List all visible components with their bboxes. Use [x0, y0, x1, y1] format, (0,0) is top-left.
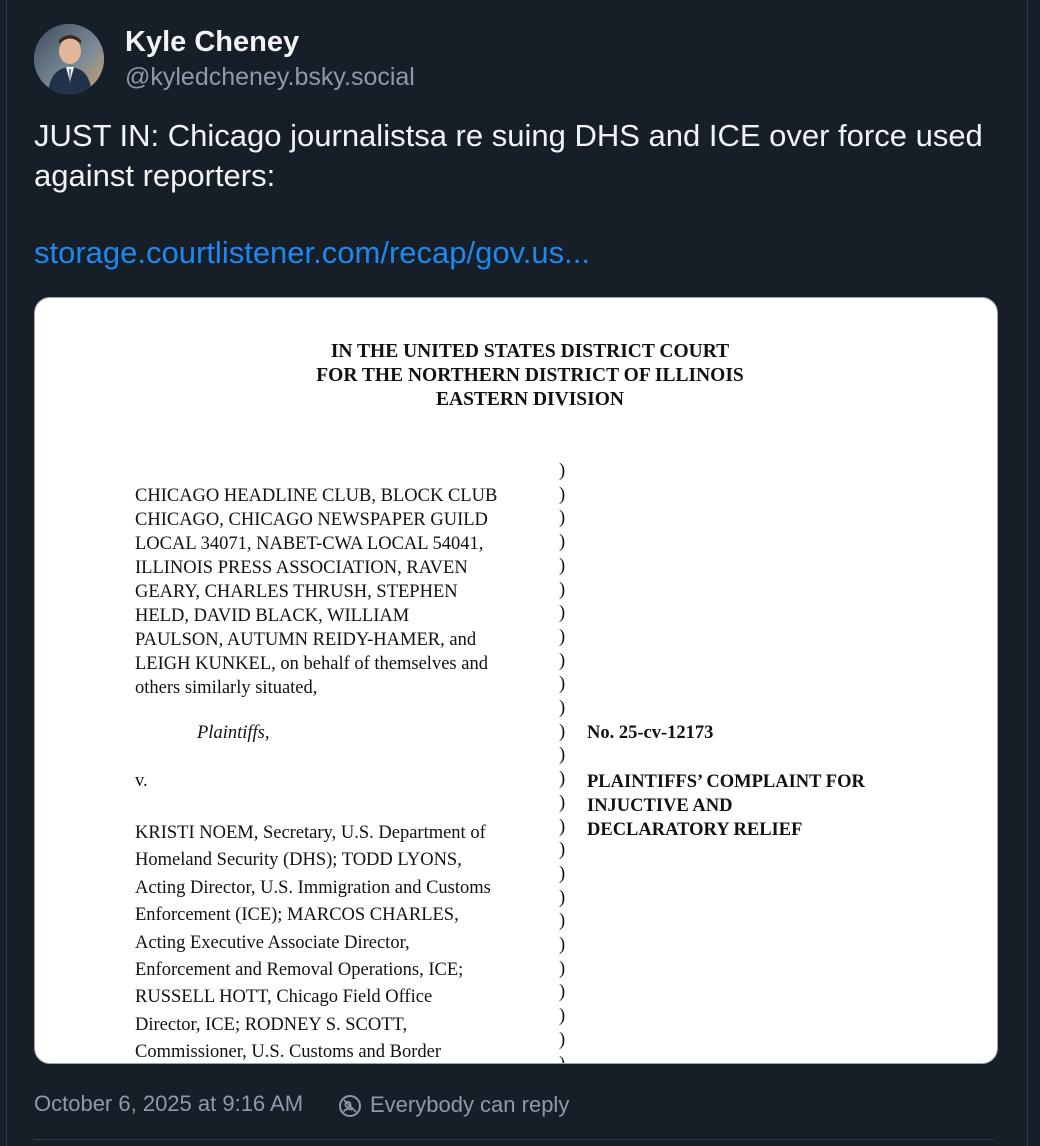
plaintiffs-line: ILLINOIS PRESS ASSOCIATION, RAVEN [135, 558, 468, 578]
defendants-line: Director, ICE; RODNEY S. SCOTT, [135, 1014, 408, 1035]
reply-setting-label: Everybody can reply [370, 1092, 570, 1117]
plaintiffs-line: CHICAGO HEADLINE CLUB, BLOCK CLUB [135, 486, 498, 506]
defendants-line: Acting Executive Associate Director, [135, 932, 410, 953]
plaintiffs-list: CHICAGO HEADLINE CLUB, BLOCK CLUB CHICAG… [135, 484, 555, 700]
author-avatar[interactable] [34, 24, 104, 94]
document-court-header: IN THE UNITED STATES DISTRICT COURT FOR … [35, 340, 997, 412]
everybody-reply-icon [339, 1095, 361, 1117]
plaintiffs-line: HELD, DAVID BLACK, WILLIAM [135, 606, 410, 626]
frame-border-left [6, 0, 7, 1146]
author-handle[interactable]: @kyledcheney.bsky.social [125, 63, 415, 92]
author-name[interactable]: Kyle Cheney [125, 26, 299, 59]
caption-parentheses: ) ) ) ) ) ) ) ) ) ) ) ) ) ) ) ) ) ) ) ) … [559, 461, 566, 1064]
plaintiffs-line: LEIGH KUNKEL, on behalf of themselves an… [135, 654, 488, 674]
defendants-line: Acting Director, U.S. Immigration and Cu… [135, 877, 491, 898]
post-link[interactable]: storage.courtlistener.com/recap/gov.us..… [34, 235, 590, 271]
header-line: FOR THE NORTHERN DISTRICT OF ILLINOIS [316, 365, 744, 386]
defendants-line: Enforcement (ICE); MARCOS CHARLES, [135, 905, 459, 926]
header-line: EASTERN DIVISION [435, 389, 624, 410]
complaint-title-line: DECLARATORY RELIEF [587, 820, 803, 840]
defendants-line: RUSSELL HOTT, Chicago Field Office [135, 987, 433, 1008]
embedded-image-card[interactable]: IN THE UNITED STATES DISTRICT COURT FOR … [34, 297, 998, 1064]
frame-border-right [1027, 0, 1028, 1146]
court-document-image: IN THE UNITED STATES DISTRICT COURT FOR … [35, 298, 997, 1063]
plaintiffs-line: LOCAL 34071, NABET-CWA LOCAL 54041, [135, 534, 484, 554]
plaintiffs-line: GEARY, CHARLES THRUSH, STEPHEN [135, 582, 458, 602]
post-text: JUST IN: Chicago journalistsa re suing D… [34, 118, 983, 193]
defendants-list: KRISTI NOEM, Secretary, U.S. Department … [135, 820, 555, 1063]
defendants-line: Homeland Security (DHS); TODD LYONS, [135, 850, 462, 871]
defendants-line: KRISTI NOEM, Secretary, U.S. Department … [135, 823, 486, 843]
complaint-title: PLAINTIFFS’ COMPLAINT FOR INJUCTIVE AND … [587, 770, 947, 842]
header-line: IN THE UNITED STATES DISTRICT COURT [330, 341, 730, 362]
complaint-title-line: INJUCTIVE AND [587, 796, 733, 816]
plaintiffs-line: others similarly situated, [135, 678, 318, 698]
versus-label: v. [135, 771, 148, 791]
avatar-image [34, 24, 104, 94]
plaintiffs-label: Plaintiffs, [197, 723, 270, 743]
post-divider [34, 1139, 994, 1140]
plaintiffs-line: CHICAGO, CHICAGO NEWSPAPER GUILD [135, 510, 488, 530]
defendants-line: Commissioner, U.S. Customs and Border [135, 1042, 442, 1063]
case-number: No. 25-cv-12173 [587, 723, 714, 743]
post-timestamp[interactable]: October 6, 2025 at 9:16 AM [34, 1091, 303, 1117]
complaint-title-line: PLAINTIFFS’ COMPLAINT FOR [587, 772, 865, 792]
plaintiffs-line: PAULSON, AUTUMN REIDY-HAMER, and [135, 630, 477, 650]
defendants-line: Enforcement and Removal Operations, ICE; [135, 960, 464, 981]
